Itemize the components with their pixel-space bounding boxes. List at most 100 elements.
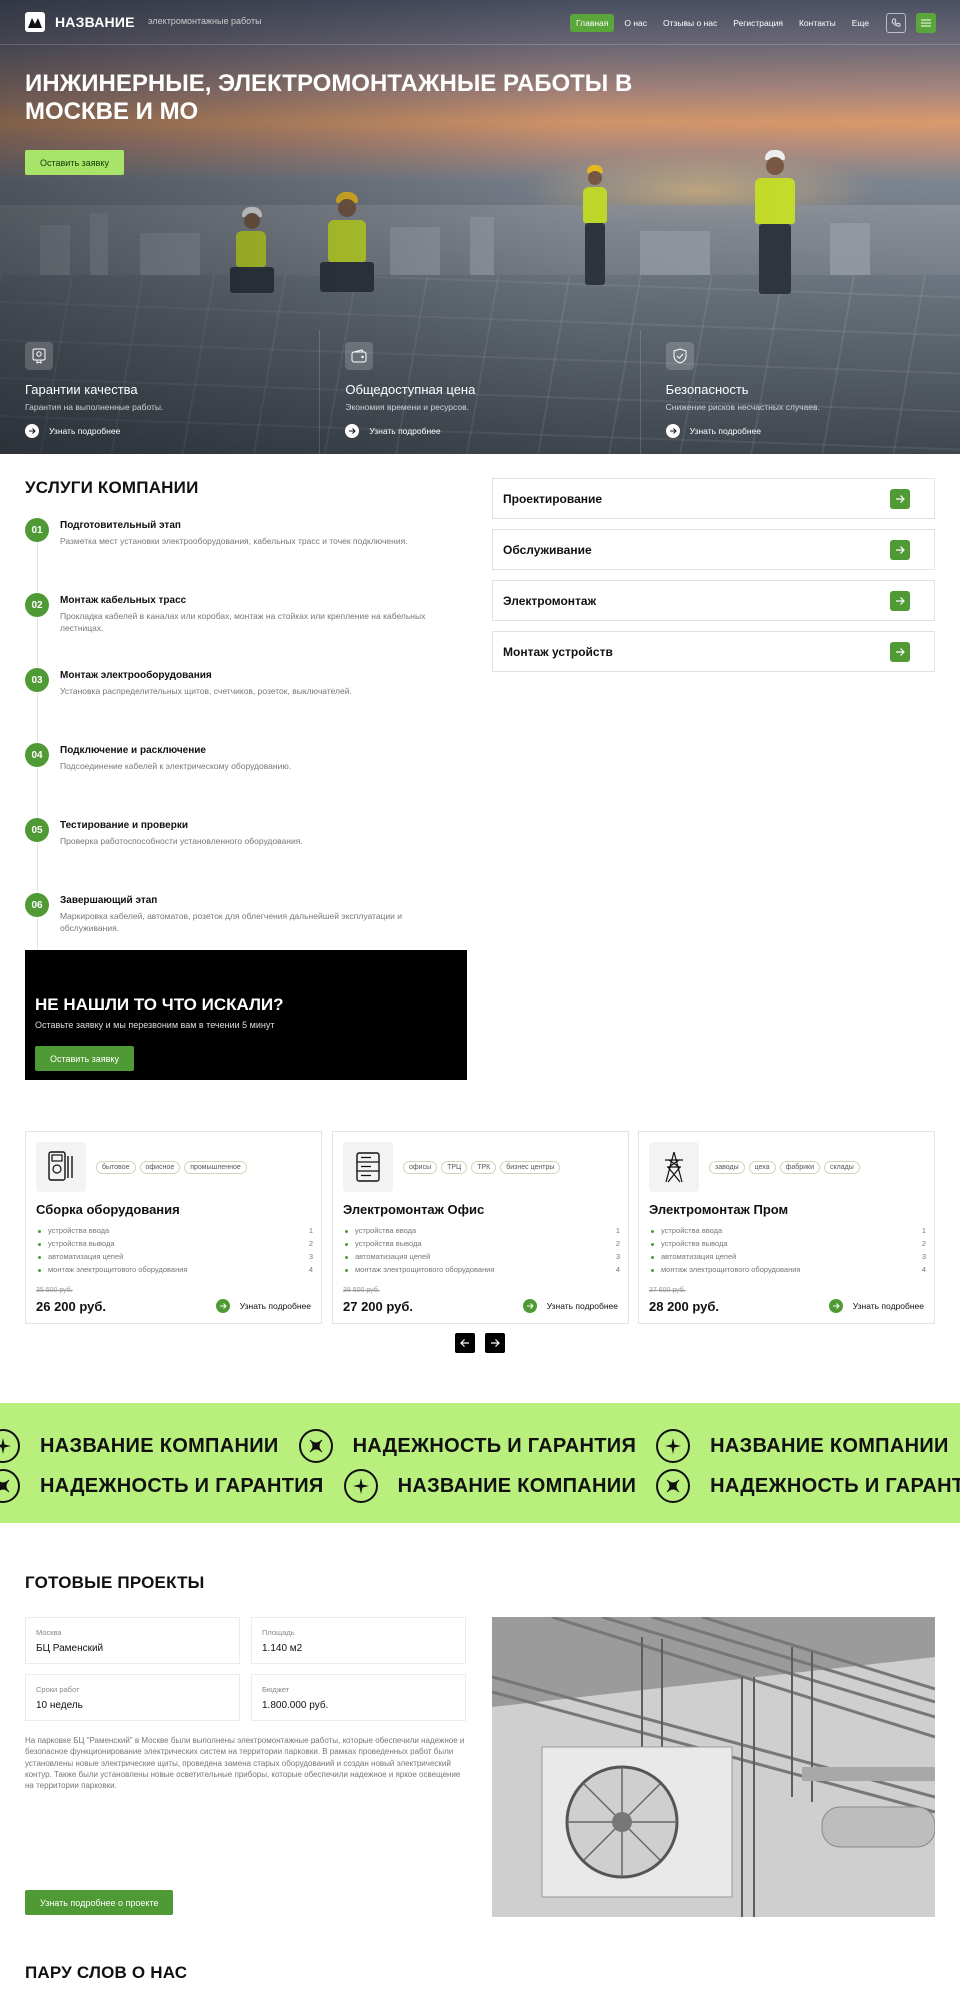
service-label: Проектирование: [503, 492, 603, 506]
card-more-link[interactable]: Узнать подробнее: [828, 1299, 924, 1313]
tag[interactable]: бизнес центры: [500, 1161, 561, 1174]
card-more-link[interactable]: Узнать подробнее: [215, 1299, 311, 1313]
card-more-link[interactable]: Узнать подробнее: [522, 1299, 618, 1313]
wallet-icon: [345, 342, 374, 370]
arrow-right-icon[interactable]: [890, 591, 910, 611]
step-title: Тестирование и проверки: [60, 820, 188, 831]
card-more-label: Узнать подробнее: [546, 1301, 618, 1311]
hero-title: ИНЖИНЕРНЫЕ, ЭЛЕКТРОМОНТАЖНЫЕ РАБОТЫ В МО…: [25, 70, 633, 125]
feature-title: Гарантии качества: [25, 382, 138, 397]
tag[interactable]: ТРЦ: [441, 1161, 468, 1174]
feature-more-link[interactable]: Узнать подробнее: [25, 424, 120, 438]
arrow-right-icon[interactable]: [890, 540, 910, 560]
project-field-label: Бюджет: [262, 1685, 290, 1694]
service-label: Электромонтаж: [503, 594, 597, 608]
step-title: Подключение и расключение: [60, 745, 206, 756]
logo-tagline: электромонтажные работы: [148, 16, 262, 26]
tag[interactable]: промышленное: [184, 1161, 247, 1174]
diamond-badge-icon: [656, 1469, 691, 1503]
tag[interactable]: заводы: [709, 1161, 745, 1174]
step-title: Завершающий этап: [60, 895, 158, 906]
card-title: Электромонтаж Пром: [649, 1202, 789, 1217]
project-location: Москва БЦ Раменский: [25, 1617, 240, 1664]
diamond-badge-icon: [0, 1469, 20, 1503]
menu-icon[interactable]: [916, 13, 936, 33]
feature-link-label: Узнать подробнее: [49, 426, 121, 436]
card-tags: заводы цеха фабрики склады: [709, 1161, 860, 1174]
slider-next-button[interactable]: [485, 1333, 505, 1353]
project-field-label: Площадь: [262, 1628, 295, 1637]
logo-icon[interactable]: [25, 12, 45, 32]
phone-icon[interactable]: [886, 13, 906, 33]
step-number: 02: [25, 593, 49, 617]
arrow-right-icon: [665, 424, 680, 438]
callout-request-button[interactable]: Оставить заявку: [35, 1046, 134, 1071]
nav-item-contacts[interactable]: Контакты: [793, 14, 842, 32]
nav-item-registration[interactable]: Регистрация: [727, 14, 789, 32]
feature-more-link[interactable]: Узнать подробнее: [345, 424, 441, 438]
hero-request-button[interactable]: Оставить заявку: [25, 150, 124, 175]
list-item: устройства ввода 1: [343, 1226, 620, 1239]
marquee-row: НАДЕЖНОСТЬ И ГАРАНТИЯ НАЗВАНИЕ КОМПАНИИ …: [0, 1469, 960, 1503]
project-details-button[interactable]: Узнать подробнее о проекте: [25, 1890, 174, 1915]
feature-subtitle: Снижение рисков несчастных случаев.: [665, 402, 820, 412]
tag[interactable]: фабрики: [779, 1161, 821, 1174]
list-item: монтаж электрощитового оборудования 4: [343, 1265, 620, 1278]
star-badge-icon: [343, 1469, 378, 1503]
feature-link-label: Узнать подробнее: [369, 426, 441, 436]
arrow-right-icon[interactable]: [890, 642, 910, 662]
feature-subtitle: Гарантия на выполненные работы.: [25, 402, 164, 412]
multimeter-icon: [36, 1142, 86, 1192]
step-number: 06: [25, 893, 49, 917]
card-price: 27 200 руб.: [343, 1299, 414, 1314]
list-item: автоматизация цепей 3: [36, 1252, 313, 1265]
service-item-maintenance[interactable]: Обслуживание: [492, 529, 935, 570]
project-field-value: 10 недель: [36, 1700, 83, 1711]
logo-text[interactable]: НАЗВАНИЕ: [55, 14, 135, 30]
card-more-label: Узнать подробнее: [852, 1301, 924, 1311]
tag[interactable]: цеха: [748, 1161, 776, 1174]
step-number: 03: [25, 668, 49, 692]
hero-features: Гарантии качества Гарантия на выполненны…: [0, 330, 960, 454]
arrow-left-icon: [460, 1339, 469, 1347]
slider-prev-button[interactable]: [455, 1333, 475, 1353]
project-photo: [492, 1617, 935, 1917]
feature-price: Общедоступная цена Экономия времени и ре…: [320, 330, 641, 454]
tag[interactable]: офисы: [403, 1161, 438, 1174]
feature-safety: Безопасность Снижение рисков несчастных …: [641, 330, 960, 454]
feature-subtitle: Экономия времени и ресурсов.: [345, 402, 469, 412]
card-old-price: 35 500 руб.: [36, 1287, 73, 1294]
service-card: офисы ТРЦ ТРК бизнес центры Электромонта…: [332, 1131, 629, 1324]
card-feature-list: устройства ввода 1 устройства вывода 2 авт…: [649, 1226, 926, 1278]
nav-item-reviews[interactable]: Отзывы о нас: [657, 14, 723, 32]
callout-title: НЕ НАШЛИ ТО ЧТО ИСКАЛИ?: [35, 995, 284, 1014]
request-callout: НЕ НАШЛИ ТО ЧТО ИСКАЛИ? Оставьте заявку …: [25, 950, 467, 1080]
tag[interactable]: офисное: [139, 1161, 181, 1174]
marquee-text: НАДЕЖНОСТЬ И ГАРАНТИЯ: [352, 1434, 637, 1457]
hero-section: НАЗВАНИЕ электромонтажные работы Главная…: [0, 0, 960, 454]
nav-item-about[interactable]: О нас: [618, 14, 653, 32]
tag[interactable]: склады: [824, 1161, 860, 1174]
list-item: устройства ввода 1: [36, 1226, 313, 1239]
arrow-right-icon[interactable]: [890, 489, 910, 509]
feature-title: Безопасность: [665, 382, 749, 397]
about-title: ПАРУ СЛОВ О НАС: [25, 1963, 188, 1982]
service-item-devices[interactable]: Монтаж устройств: [492, 631, 935, 672]
service-item-design[interactable]: Проектирование: [492, 478, 935, 519]
step-description: Прокладка кабелей в каналах или коробах,…: [60, 611, 426, 633]
tag[interactable]: бытовое: [96, 1161, 136, 1174]
nav-item-home[interactable]: Главная: [570, 14, 615, 32]
tag[interactable]: ТРК: [471, 1161, 497, 1174]
star-badge-icon: [0, 1429, 20, 1463]
nav-item-more[interactable]: Еще: [846, 14, 875, 32]
project-budget: Бюджет 1.800.000 руб.: [251, 1674, 466, 1721]
step-description: Маркировка кабелей, автоматов, розеток д…: [60, 911, 403, 933]
card-tags: бытовое офисное промышленное: [96, 1161, 247, 1174]
list-item: монтаж электрощитового оборудования 4: [36, 1265, 313, 1278]
marquee-row: НАЗВАНИЕ КОМПАНИИ НАДЕЖНОСТЬ И ГАРАНТИЯ …: [0, 1429, 949, 1463]
feature-more-link[interactable]: Узнать подробнее: [665, 424, 761, 438]
service-item-electrical[interactable]: Электромонтаж: [492, 580, 935, 621]
diamond-badge-icon: [298, 1429, 333, 1463]
star-badge-icon: [656, 1429, 691, 1463]
feature-quality: Гарантии качества Гарантия на выполненны…: [0, 330, 321, 454]
